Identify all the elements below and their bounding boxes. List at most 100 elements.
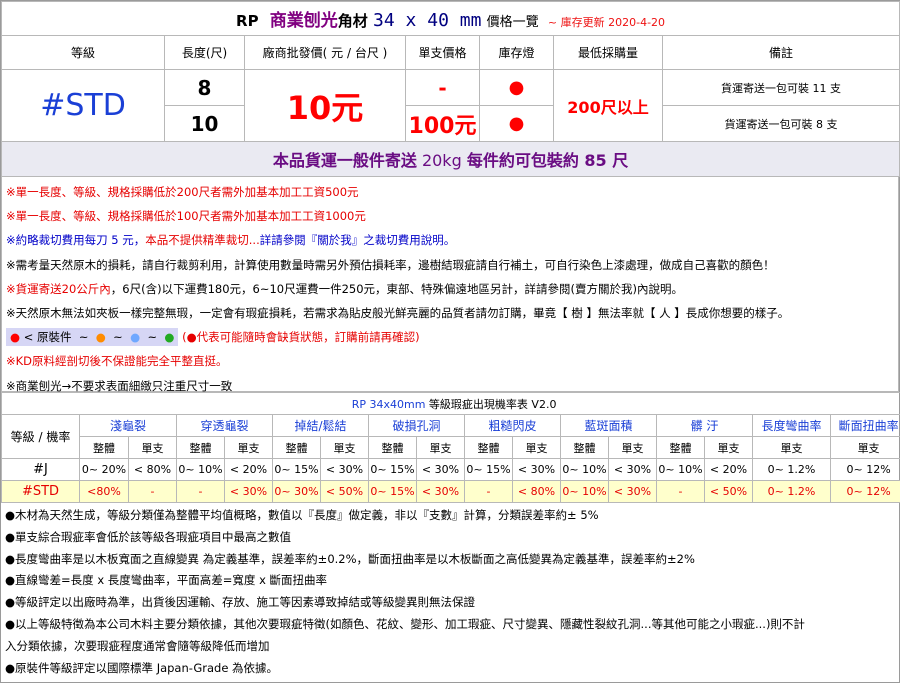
price-sheet: RP 商業刨光角材 34 x 40 mm 價格一覽 ~ 庫存更新 2020-4-… [0, 0, 900, 683]
sub-whole: 整體 [560, 436, 609, 459]
rate-cell: - [656, 480, 705, 503]
title-product: 商業刨光 [269, 11, 338, 31]
col-remark: 備註 [661, 35, 900, 70]
bottom-note-line: ●等級評定以出廠時為準，出貨後因運輸、存放、施工等因素導致掉結或等級變異則無法保… [5, 595, 476, 610]
stock-light-10: ● [479, 105, 554, 142]
shipping-text-3: 每件約可包裝約 85 尺 [466, 151, 629, 170]
col-wholesale: 廠商批發價( 元 / 台尺 ) [244, 35, 406, 70]
note-no-precise-cut: 本品不提供精準裁切... [145, 233, 260, 248]
legend-tilde: ~ [147, 330, 158, 345]
rate-cell: < 30% [416, 458, 465, 481]
legend-blue-dot: ● [130, 330, 141, 345]
title-kind: 角材 [337, 12, 368, 30]
rate-title-main: RP 34x40mm [351, 397, 426, 411]
rate-cell: < 80% [128, 458, 177, 481]
group-hole: 破損孔洞 [368, 414, 465, 437]
rate-cell: - [176, 480, 225, 503]
rate-cell: 0~ 10% [560, 458, 609, 481]
legend-tilde: ~ [113, 330, 123, 345]
legend-red-dot: ● [10, 330, 21, 345]
rate-cell: < 80% [512, 480, 561, 503]
note-line: ※單一長度、等級、規格採購低於100尺者需外加基本加工工資1000元 [6, 209, 366, 224]
remark-10: 貨運寄送一包可裝 8 支 [661, 105, 900, 142]
sub-whole: 整體 [368, 436, 417, 459]
row-grade: #J [1, 458, 80, 481]
bottom-note-line: ●長度彎曲率是以木板寬面之直線變異 為定義基準，誤差率約±0.2%，斷面扭曲率是… [5, 551, 695, 566]
col-unit-price: 單支價格 [405, 35, 480, 70]
sub-single: 單支 [752, 436, 831, 459]
rate-cell: 0~ 10% [560, 480, 609, 503]
note-shipping-detail: ，6尺(含)以下運費180元，6~10尺運費一件250元，東部、特殊偏遠地區另計… [110, 281, 684, 296]
bottom-note-line: ●木材為天然生成，等級分類僅為整體平均值概略，數值以『長度』做定義，非以『支數』… [5, 508, 599, 522]
stock-update-note: ~ 庫存更新 2020-4-20 [547, 16, 666, 29]
rate-cell: 0~ 10% [656, 458, 705, 481]
sub-single: 單支 [128, 436, 177, 459]
grade-rate-header: 等級 / 機率 [1, 414, 80, 459]
rate-cell: 0~ 12% [829, 458, 900, 481]
bottom-note-line: ●直線彎差=長度 x 長度彎曲率，平面高差=寬度 x 斷面扭曲率 [5, 573, 328, 588]
rate-cell: < 30% [608, 458, 657, 481]
rate-cell: < 30% [512, 458, 561, 481]
stock-legend: ● < 原裝件 ~ ● ~ ● ~ ● [6, 328, 179, 347]
unit-price-8: - [405, 69, 480, 106]
rate-cell: < 20% [704, 458, 753, 481]
rate-cell: < 50% [704, 480, 753, 503]
rate-cell: - [464, 480, 513, 503]
title-rp: RP [236, 12, 259, 30]
note-cut-fee: ※約略裁切費用每刀 5 元， [6, 233, 146, 248]
sub-single: 單支 [704, 436, 753, 459]
group-blue-stain: 藍斑面積 [560, 414, 657, 437]
rate-cell: < 20% [224, 458, 273, 481]
rate-cell: 0~ 20% [79, 458, 129, 481]
legend-label: < 原裝件 [23, 330, 72, 345]
table-row: #J 0~ 20% < 80% 0~ 10% < 20% 0~ 15% < 30… [1, 458, 900, 481]
product-grade: #STD [1, 69, 165, 142]
sub-single: 單支 [224, 436, 273, 459]
row-grade: #STD [1, 480, 80, 503]
rate-cell: < 50% [320, 480, 369, 503]
shipping-bar: 本品貨運一般件寄送 20kg 每件約可包裝約 85 尺 [0, 141, 900, 177]
rate-cell: < 30% [224, 480, 273, 503]
col-stock-light: 庫存燈 [479, 35, 554, 70]
group-bend: 長度彎曲率 [752, 414, 831, 437]
rate-cell: 0~ 15% [272, 458, 321, 481]
bottom-notes: ●木材為天然生成，等級分類僅為整體平均值概略，數值以『長度』做定義，非以『支數』… [1, 503, 899, 681]
sub-whole: 整體 [464, 436, 513, 459]
note-legend-line: ● < 原裝件 ~ ● ~ ● ~ ● (●代表可能隨時會缺貨狀態，訂購前請再確… [6, 325, 894, 349]
rate-cell: <80% [79, 480, 129, 503]
sub-whole: 整體 [272, 436, 321, 459]
note-line: ※天然原木無法如夾板一樣完整無瑕，一定會有瑕疵損耗，若需求為貼皮般光鮮亮麗的品質… [6, 305, 790, 320]
rate-cell: - [128, 480, 177, 503]
rate-cell: 0~ 30% [272, 480, 321, 503]
note-line: ※單一長度、等級、規格採購低於200尺者需外加基本加工工資500元 [6, 185, 359, 199]
title-list: 價格一覽 [486, 15, 539, 30]
bottom-note-line: 入分類依據，次要瑕疵程度通常會隨等級降低而增加 [5, 638, 270, 653]
price-table: RP 商業刨光角材 34 x 40 mm 價格一覽 ~ 庫存更新 2020-4-… [0, 1, 900, 177]
group-rough: 粗糙閃皮 [464, 414, 561, 437]
stock-light-8: ● [479, 69, 554, 106]
legend-tilde: ~ [78, 330, 89, 345]
defect-rate-table: RP 34x40mm 等級瑕疵出現機率表 V2.0 等級 / 機率 淺龜裂 穿透… [0, 392, 900, 503]
col-length: 長度(尺) [164, 35, 245, 70]
note-shipping-limit: ※貨運寄送20公斤內 [6, 281, 111, 296]
sub-whole: 整體 [656, 436, 705, 459]
rate-cell: 0~ 12% [829, 480, 900, 503]
sub-single: 單支 [829, 436, 900, 459]
note-line: ※貨運寄送20公斤內，6尺(含)以下運費180元，6~10尺運費一件250元，東… [6, 277, 894, 301]
rate-cell: 0~ 15% [368, 480, 417, 503]
length-8: 8 [164, 69, 245, 106]
bottom-note-line: ●以上等級特徵為本公司木料主要分類依據，其他次要瑕疵特徵(如顏色、花紋、變形、加… [5, 616, 805, 631]
legend-note: (●代表可能隨時會缺貨狀態，訂購前請再確認) [182, 330, 420, 345]
shipping-weight: 20kg [416, 151, 467, 170]
col-min-purchase: 最低採購量 [553, 35, 663, 70]
group-through-crack: 穿透龜裂 [176, 414, 273, 437]
length-10: 10 [164, 105, 245, 142]
sub-whole: 整體 [79, 436, 129, 459]
sub-single: 單支 [512, 436, 561, 459]
rate-cell: 0~ 15% [368, 458, 417, 481]
rate-cell: 0~ 1.2% [752, 458, 831, 481]
note-line: ※需考量天然原木的損耗，請自行裁剪利用，計算使用數量時需另外預估損耗率，邊樹結瑕… [6, 257, 775, 272]
rate-cell: < 30% [320, 458, 369, 481]
sub-whole: 整體 [176, 436, 225, 459]
group-shallow-crack: 淺龜裂 [79, 414, 177, 437]
